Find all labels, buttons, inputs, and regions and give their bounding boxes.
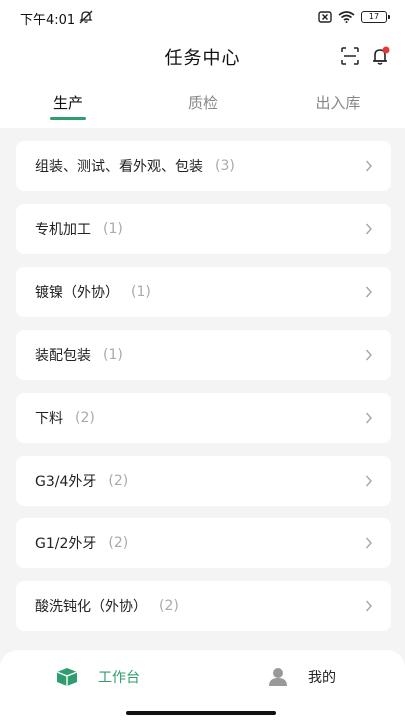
battery-icon: 17 — [361, 11, 390, 23]
nav-mine[interactable]: 我的 — [268, 664, 336, 690]
tab-production-label: 生产 — [52, 94, 83, 112]
task-count: (2) — [75, 410, 95, 426]
sim-off-icon — [318, 11, 332, 23]
task-item[interactable]: 下料 (2) — [16, 393, 391, 443]
task-count: (2) — [108, 473, 129, 489]
tab-bar: 生产 质检 出入库 — [0, 88, 405, 124]
box-icon — [56, 668, 78, 686]
task-count: (1) — [103, 221, 123, 237]
chevron-right-icon — [365, 412, 373, 424]
task-item[interactable]: 装配包装 (1) — [16, 330, 391, 380]
scan-icon[interactable] — [341, 47, 359, 65]
task-item[interactable]: 酸洗钝化（外协） (2) — [16, 581, 391, 631]
task-label: 专机加工 — [35, 222, 91, 238]
task-count: (2) — [108, 535, 129, 551]
task-label: 装配包装 — [35, 348, 91, 364]
bell-icon[interactable] — [371, 46, 391, 66]
top-panel: 下午4:01 17 任务中心 生产 质检 出入库 — [0, 0, 405, 128]
tab-warehouse[interactable]: 出入库 — [298, 92, 378, 113]
mute-icon — [79, 10, 93, 24]
tab-quality[interactable]: 质检 — [163, 92, 243, 113]
user-icon — [269, 668, 287, 686]
task-count: (1) — [103, 347, 123, 363]
nav-workbench-label: 工作台 — [98, 670, 140, 686]
task-label: G3/4外牙 — [35, 474, 97, 490]
chevron-right-icon — [365, 475, 373, 487]
status-icons: 17 — [318, 9, 390, 25]
task-item[interactable]: 镀镍（外协） (1) — [16, 267, 391, 317]
tab-quality-label: 质检 — [187, 94, 218, 112]
nav-mine-label: 我的 — [308, 670, 336, 686]
task-count: (1) — [131, 284, 151, 300]
chevron-right-icon — [365, 537, 373, 549]
task-count: (3) — [215, 158, 235, 174]
task-label: 组装、测试、看外观、包装 — [35, 159, 203, 175]
tab-production[interactable]: 生产 — [28, 92, 108, 120]
status-bar: 下午4:01 17 — [0, 0, 405, 34]
task-item[interactable]: 专机加工 (1) — [16, 204, 391, 254]
chevron-right-icon — [365, 223, 373, 235]
chevron-right-icon — [365, 600, 373, 612]
task-label: G1/2外牙 — [35, 536, 97, 552]
status-time: 下午4:01 — [20, 13, 76, 28]
tab-active-indicator — [50, 117, 86, 120]
task-item[interactable]: G3/4外牙 (2) — [16, 456, 391, 506]
task-item[interactable]: G1/2外牙 (2) — [16, 518, 391, 568]
wifi-icon — [338, 11, 355, 23]
tab-warehouse-label: 出入库 — [315, 94, 361, 112]
home-indicator[interactable] — [126, 711, 276, 715]
nav-workbench[interactable]: 工作台 — [56, 664, 140, 690]
task-item[interactable]: 组装、测试、看外观、包装 (3) — [16, 141, 391, 191]
bottom-nav: 工作台 我的 — [0, 650, 405, 720]
chevron-right-icon — [365, 286, 373, 298]
task-count: (2) — [159, 598, 179, 614]
chevron-right-icon — [365, 160, 373, 172]
task-label: 镀镍（外协） — [35, 285, 119, 301]
chevron-right-icon — [365, 349, 373, 361]
task-label: 下料 — [35, 411, 63, 427]
task-label: 酸洗钝化（外协） — [35, 599, 147, 615]
